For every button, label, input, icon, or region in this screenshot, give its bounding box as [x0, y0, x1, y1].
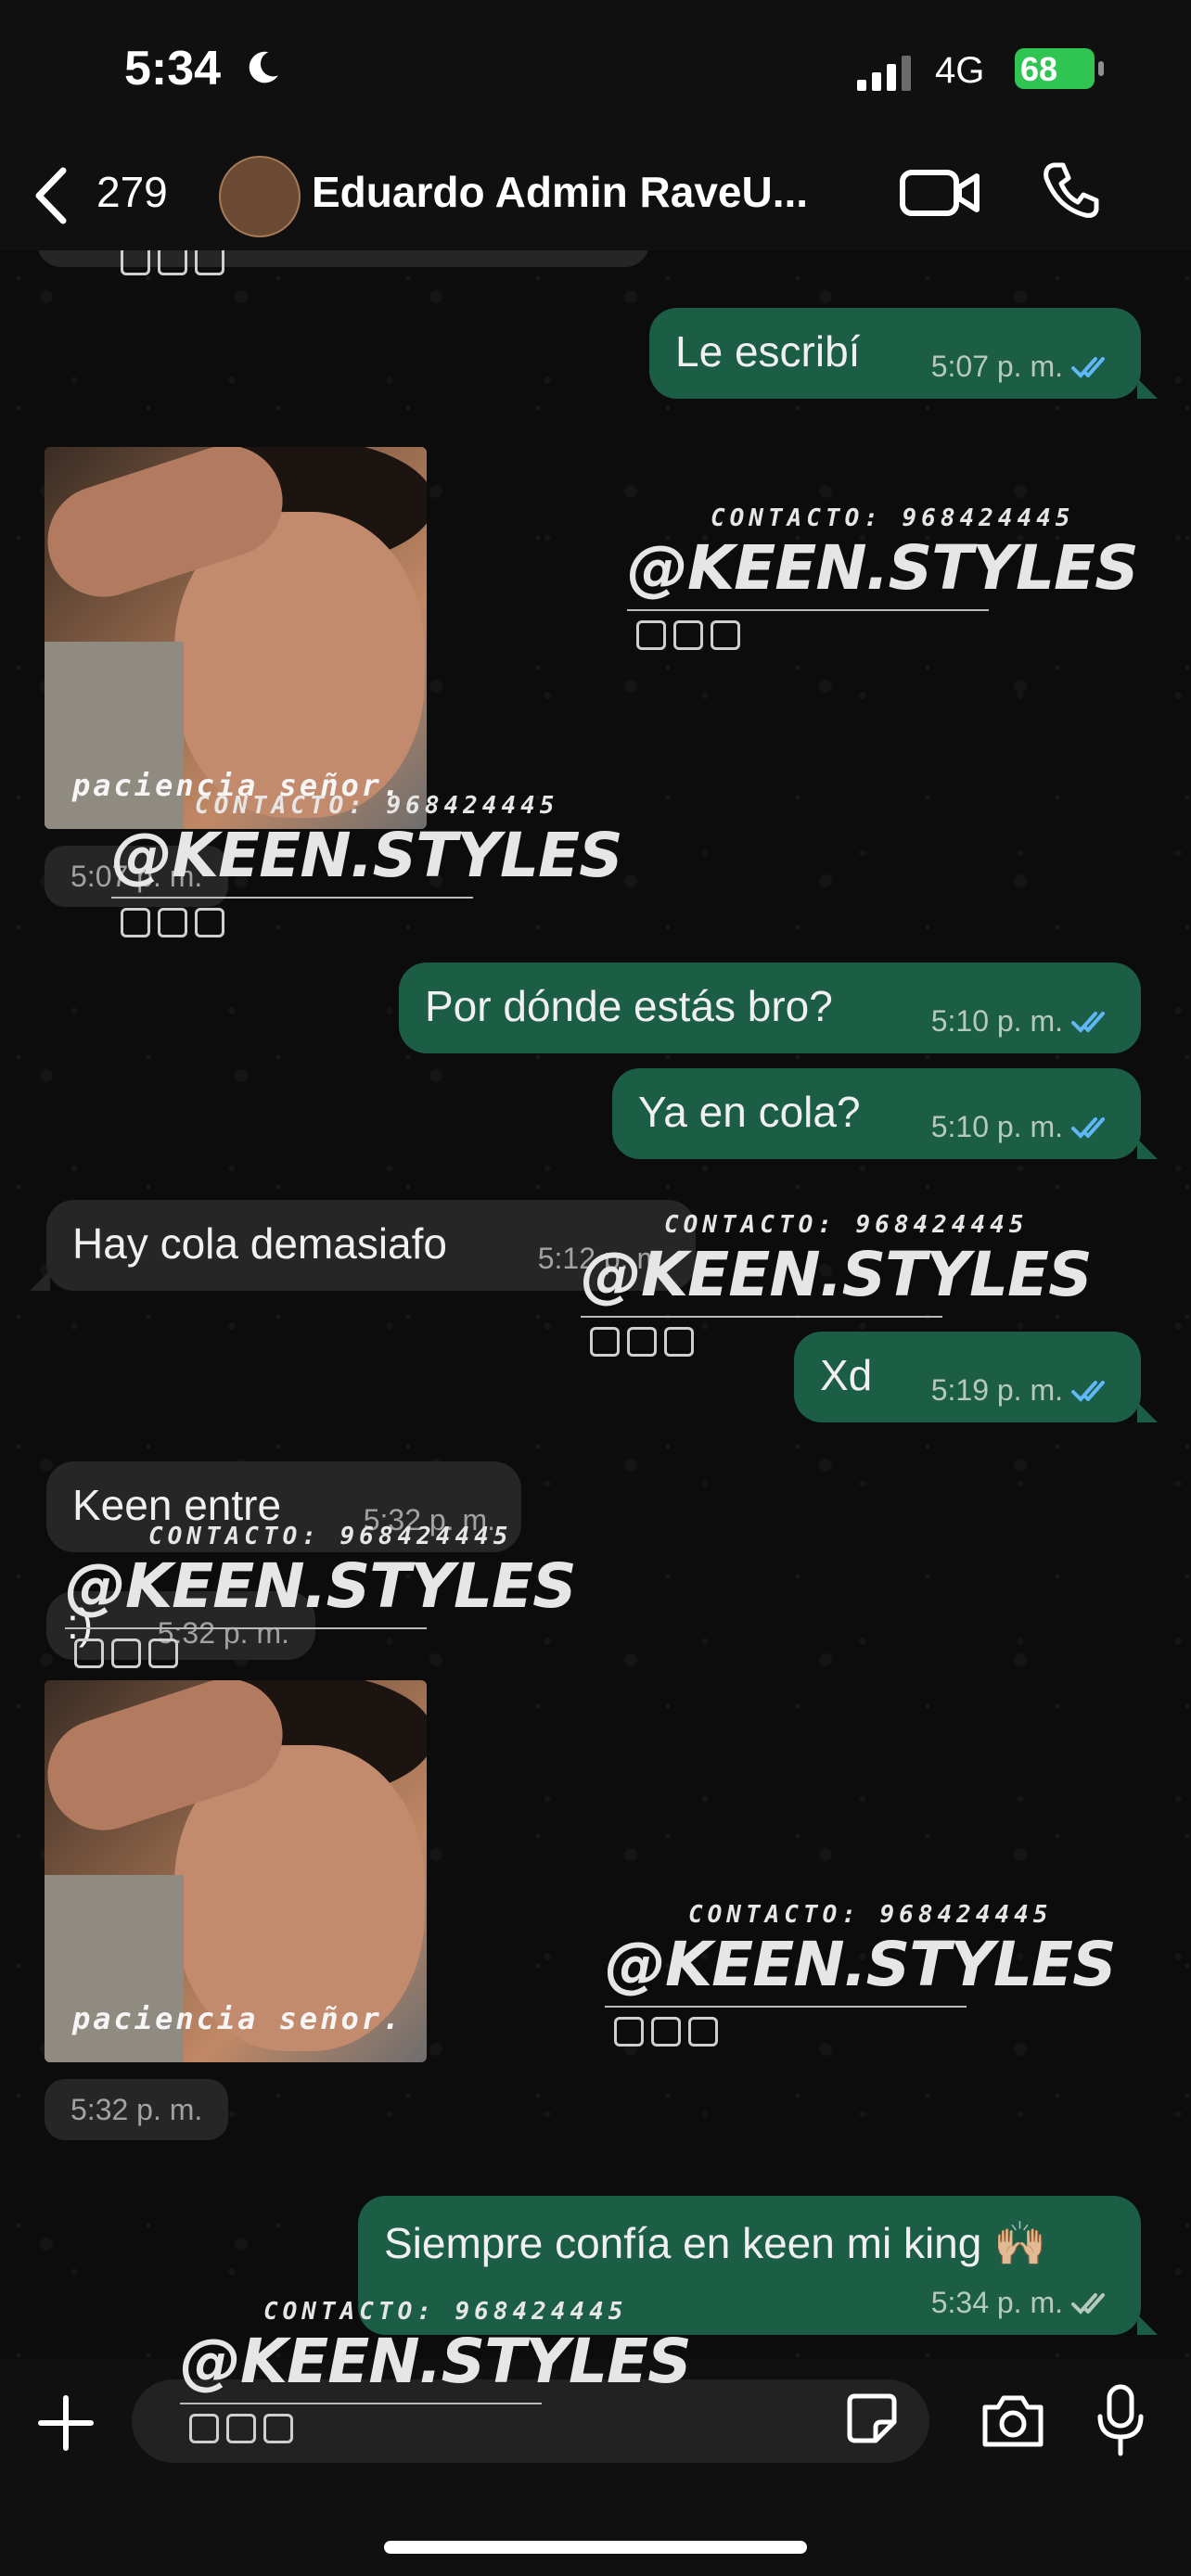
message-time: 5:32 p. m.: [363, 1503, 495, 1537]
phone-icon[interactable]: [1041, 159, 1102, 221]
message-time: 5:34 p. m.: [930, 2286, 1063, 2319]
message-meta: 5:07 p. m.: [931, 350, 1115, 384]
message-text: :): [67, 1600, 94, 1648]
message-meta: 5:10 p. m.: [931, 1110, 1115, 1144]
back-chevron-icon[interactable]: [28, 163, 74, 228]
unread-count[interactable]: 279: [96, 167, 168, 217]
image-message[interactable]: paciencia señor.: [45, 1680, 427, 2062]
bubble-tail: [1137, 1139, 1158, 1159]
message-meta: 5:10 p. m.: [931, 1004, 1115, 1039]
outgoing-message[interactable]: Por dónde estás bro? 5:10 p. m.: [399, 963, 1141, 1053]
video-camera-icon[interactable]: [900, 167, 980, 219]
photo-caption: paciencia señor.: [72, 768, 403, 803]
photo-caption: paciencia señor.: [72, 2001, 403, 2036]
bubble-tail: [30, 1270, 50, 1291]
double-check-icon: [1071, 356, 1105, 378]
camera-icon[interactable]: [980, 2392, 1046, 2450]
bubble-tail: [1137, 378, 1158, 399]
message-time: 5:07 p. m.: [930, 350, 1063, 383]
double-check-icon: [1071, 1380, 1105, 1402]
battery-level: 68: [1020, 50, 1058, 88]
home-indicator: [384, 2541, 807, 2554]
outgoing-message[interactable]: Xd 5:19 p. m.: [794, 1332, 1141, 1422]
network-type: 4G: [935, 50, 985, 91]
message-text: Por dónde estás bro?: [425, 982, 833, 1030]
message-time: 5:12 p. m.: [537, 1242, 670, 1275]
contact-name[interactable]: Eduardo Admin RaveU...: [312, 167, 808, 217]
message-text: Siempre confía en keen mi king 🙌🏼: [384, 2219, 1047, 2267]
outgoing-message[interactable]: Siempre confía en keen mi king 🙌🏼 5:34 p…: [358, 2196, 1141, 2335]
sticker-icon[interactable]: [844, 2391, 900, 2446]
double-check-icon: [1071, 1116, 1105, 1139]
message-time: 5:32 p. m.: [157, 1616, 289, 1650]
battery-nub: [1098, 61, 1104, 76]
bubble-tail: [1137, 2315, 1158, 2335]
image-message[interactable]: paciencia señor.: [45, 447, 427, 829]
contact-avatar[interactable]: [219, 156, 301, 237]
double-check-icon: [1071, 2292, 1105, 2315]
message-text: Xd: [820, 1351, 873, 1399]
bubble-tail: [1137, 1402, 1158, 1422]
outgoing-message[interactable]: Le escribí 5:07 p. m.: [649, 308, 1141, 399]
signal-icon: [857, 56, 911, 91]
message-text: Hay cola demasiafo: [72, 1219, 447, 1268]
incoming-message[interactable]: Hay cola demasiafo 5:12 p. m.: [46, 1200, 696, 1291]
message-text: Ya en cola?: [638, 1088, 861, 1136]
incoming-message[interactable]: :) 5:32 p. m.: [46, 1591, 315, 1660]
moon-icon: [249, 51, 278, 83]
message-text: Keen entre: [72, 1481, 282, 1529]
microphone-icon[interactable]: [1095, 2383, 1146, 2457]
plus-icon[interactable]: [33, 2391, 98, 2455]
message-time: 5:10 p. m.: [930, 1110, 1063, 1143]
status-time: 5:34: [124, 42, 222, 96]
message-text: Le escribí: [675, 327, 861, 376]
double-check-icon: [1071, 1011, 1105, 1033]
message-time: 5:07 p. m.: [45, 846, 229, 907]
message-time: 5:19 p. m.: [930, 1373, 1063, 1407]
message-input[interactable]: [132, 2379, 929, 2463]
outgoing-message[interactable]: Ya en cola? 5:10 p. m.: [612, 1068, 1141, 1159]
message-time: 5:32 p. m.: [45, 2079, 229, 2140]
incoming-message[interactable]: Keen entre 5:32 p. m.: [46, 1461, 521, 1552]
message-meta: 5:19 p. m.: [931, 1373, 1115, 1408]
message-meta: 5:34 p. m.: [931, 2286, 1115, 2320]
message-time: 5:10 p. m.: [930, 1004, 1063, 1038]
